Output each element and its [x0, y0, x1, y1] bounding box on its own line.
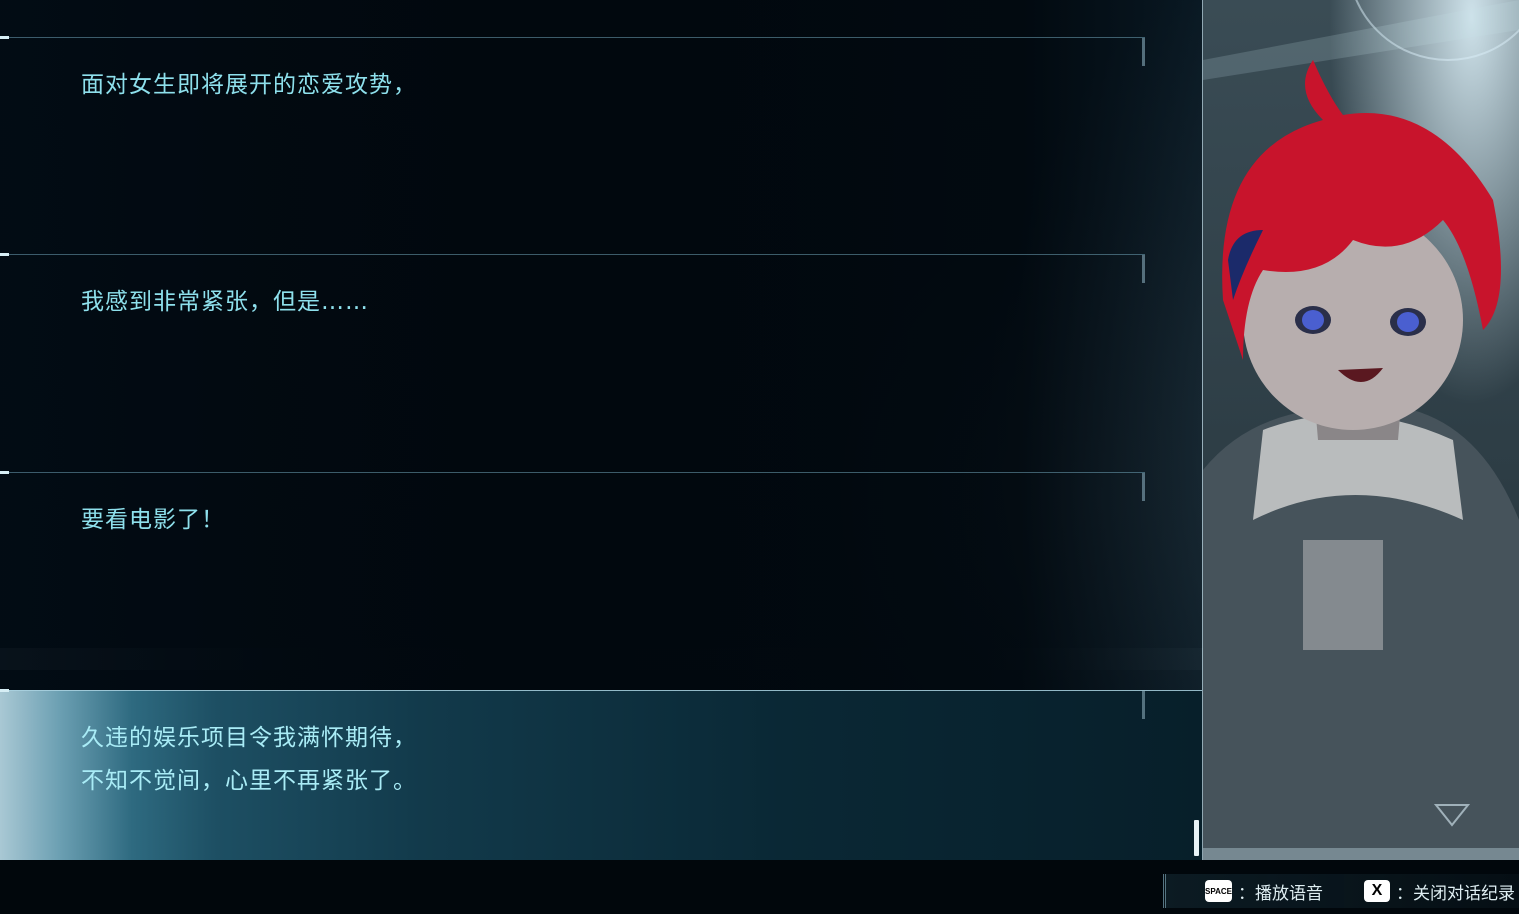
log-entry-text: 面对女生即将展开的恋爱攻势，: [81, 72, 417, 98]
log-entry[interactable]: 要看电影了！: [0, 471, 1145, 690]
x-key-icon: X: [1364, 880, 1390, 902]
log-entry-selected[interactable]: 久违的娱乐项目令我满怀期待， 不知不觉间，心里不再紧张了。: [0, 689, 1202, 860]
play-voice-hint[interactable]: SPACE ：播放语音: [1205, 880, 1323, 904]
character-illustration: [1203, 0, 1519, 860]
log-entry[interactable]: 面对女生即将展开的恋爱攻势，: [0, 36, 1145, 255]
entry-tick-mark: [0, 36, 9, 39]
entry-divider: [1142, 38, 1145, 66]
entry-tick-mark: [0, 253, 9, 256]
character-portrait: [1203, 0, 1519, 860]
play-voice-label: ：播放语音: [1238, 883, 1323, 904]
space-key-icon: SPACE: [1205, 880, 1232, 902]
entry-divider: [1142, 691, 1145, 719]
panel-divider: [1202, 0, 1203, 860]
log-entry-text: 我感到非常紧张，但是……: [81, 289, 369, 315]
close-log-label: ：关闭对话纪录: [1396, 883, 1515, 904]
scrollbar-thumb[interactable]: [1194, 820, 1199, 856]
entry-divider: [1142, 255, 1145, 283]
dialogue-log-panel: 面对女生即将展开的恋爱攻势， 我感到非常紧张，但是…… 要看电影了！ 久违的娱乐…: [0, 0, 1202, 860]
log-entry-text: 久违的娱乐项目令我满怀期待， 不知不觉间，心里不再紧张了。: [81, 725, 417, 794]
entry-divider: [1142, 473, 1145, 501]
close-log-hint[interactable]: X ：关闭对话纪录: [1364, 880, 1515, 904]
log-entry[interactable]: 我感到非常紧张，但是……: [0, 253, 1145, 472]
log-entry-text: 要看电影了！: [81, 507, 225, 533]
entry-tick-mark: [0, 471, 9, 474]
entry-tick-mark: [0, 689, 9, 692]
